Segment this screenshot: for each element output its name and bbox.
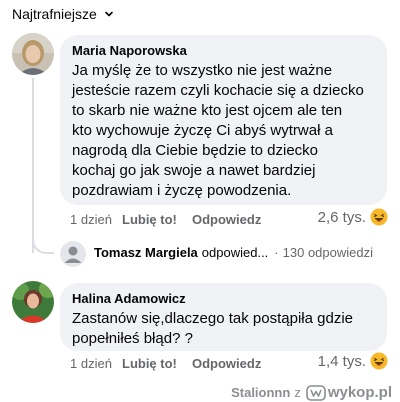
avatar[interactable] bbox=[60, 241, 86, 267]
reaction-summary[interactable]: 1,4 tys. bbox=[318, 352, 388, 370]
thread-line bbox=[32, 78, 34, 253]
laughing-emoji-icon bbox=[370, 208, 388, 226]
reply-verb: odpowied... bbox=[201, 245, 269, 260]
comment-bubble: Halina Adamowicz Zastanów się,dlaczego t… bbox=[60, 283, 387, 351]
chevron-down-icon bbox=[105, 11, 113, 17]
thread-connector bbox=[32, 236, 54, 254]
like-button[interactable]: Lubię to! bbox=[122, 356, 192, 371]
avatar[interactable] bbox=[12, 33, 54, 75]
watermark-user: Stalionnn bbox=[231, 385, 291, 400]
reaction-count: 1,4 tys. bbox=[317, 352, 366, 370]
comment-text: Ja myślę że to wszystko nie jest ważne j… bbox=[72, 62, 364, 199]
reply-thread-summary[interactable]: Tomasz Margiela odpowied... · 130 odpowi… bbox=[94, 245, 373, 260]
reply-button[interactable]: Odpowiedz bbox=[192, 212, 261, 227]
comment-time[interactable]: 1 dzień bbox=[70, 212, 122, 227]
watermark: Stalionnn z wykop.pl bbox=[231, 384, 392, 401]
separator-dot: · bbox=[274, 245, 279, 260]
avatar[interactable] bbox=[12, 281, 54, 323]
laughing-emoji-icon bbox=[370, 352, 388, 370]
comment-time[interactable]: 1 dzień bbox=[70, 356, 122, 371]
reply-count: 130 odpowiedzi bbox=[282, 245, 373, 260]
wykop-logo-icon bbox=[306, 384, 326, 401]
reaction-count: 2,6 tys. bbox=[317, 208, 366, 226]
watermark-suffix: z bbox=[294, 385, 301, 400]
sort-label: Najtrafniejsze bbox=[12, 6, 97, 22]
sort-dropdown[interactable]: Najtrafniejsze bbox=[12, 6, 115, 22]
comment-author[interactable]: Halina Adamowicz bbox=[72, 291, 375, 307]
comment-actions: 1 dzień Lubię to! Odpowiedz bbox=[70, 356, 261, 371]
comment-bubble: Maria Naporowska Ja myślę że to wszystko… bbox=[60, 35, 387, 205]
comment-text: Zastanów się,dlaczego tak postąpiła gdzi… bbox=[72, 310, 354, 347]
reply-button[interactable]: Odpowiedz bbox=[192, 356, 261, 371]
like-button[interactable]: Lubię to! bbox=[122, 212, 192, 227]
watermark-site: wykop.pl bbox=[327, 384, 392, 401]
reaction-summary[interactable]: 2,6 tys. bbox=[318, 208, 388, 226]
comment-author[interactable]: Maria Naporowska bbox=[72, 43, 375, 59]
comment-actions: 1 dzień Lubię to! Odpowiedz bbox=[70, 212, 261, 227]
reply-author: Tomasz Margiela bbox=[94, 245, 198, 260]
